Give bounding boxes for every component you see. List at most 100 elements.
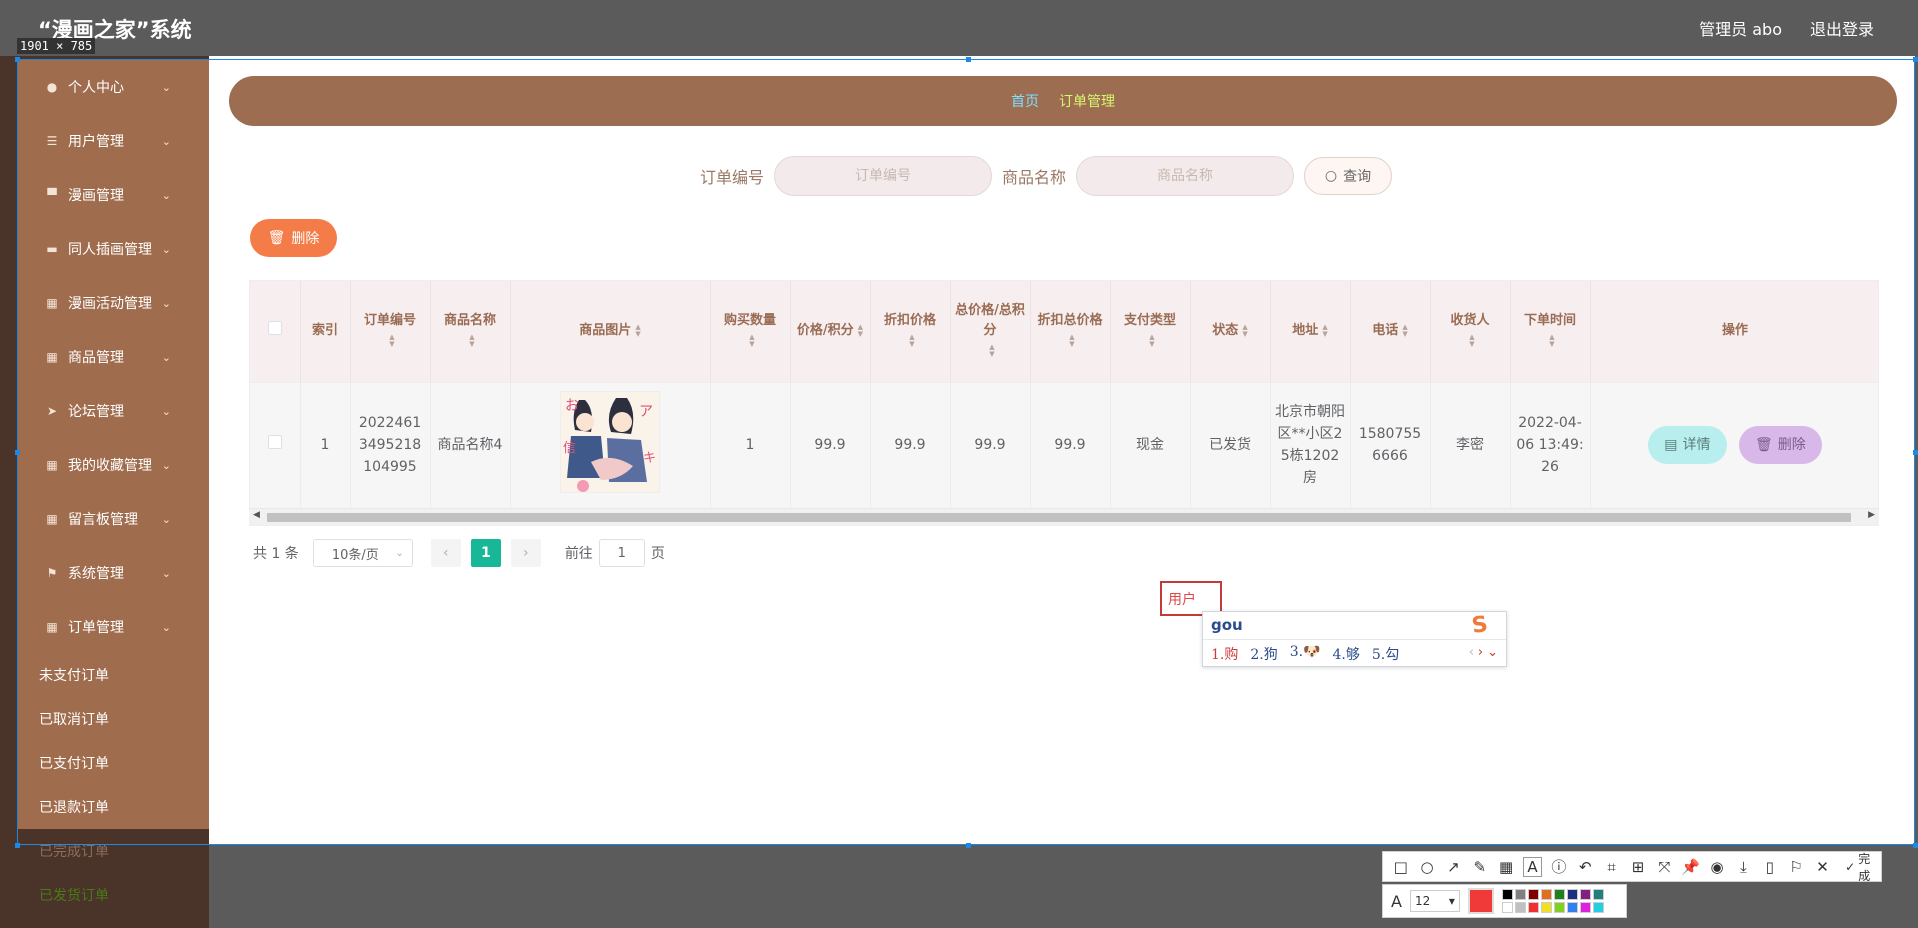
color-swatch[interactable]: [1553, 902, 1565, 913]
column-header[interactable]: 折扣价格 ▲ ▼: [870, 281, 951, 382]
column-header[interactable]: 状态 ▲ ▼: [1190, 281, 1271, 382]
column-header[interactable]: 商品图片 ▲ ▼: [510, 281, 711, 382]
pin-icon[interactable]: 📌: [1681, 857, 1700, 877]
ocr-tool-icon[interactable]: ⌗: [1602, 857, 1621, 877]
sidebar-item-user-management[interactable]: ☰ 用户管理 ⌄: [18, 114, 209, 168]
column-header[interactable]: 总价格/总积分 ▲ ▼: [950, 281, 1031, 382]
scrollbar-thumb[interactable]: [267, 513, 1851, 522]
record-icon[interactable]: ◉: [1707, 857, 1726, 877]
sort-icon[interactable]: ▲ ▼: [909, 333, 914, 348]
sidebar-item-personal-center[interactable]: ● 个人中心 ⌄: [18, 60, 209, 114]
table-horizontal-scrollbar[interactable]: ◀ ▶: [249, 508, 1879, 525]
column-header[interactable]: 索引: [300, 281, 351, 382]
bulk-delete-button[interactable]: 🗑 删除: [250, 219, 337, 257]
font-size-select[interactable]: 12 ▾: [1409, 890, 1460, 912]
column-header[interactable]: 收货人 ▲ ▼: [1430, 281, 1511, 382]
ime-candidate[interactable]: 4.够: [1333, 644, 1360, 664]
color-swatch[interactable]: [1553, 889, 1565, 900]
sidebar-item-order-management[interactable]: ▦ 订单管理 ⌄: [18, 600, 209, 654]
page-size-select[interactable]: 10条/页 ⌄: [312, 539, 413, 567]
scroll-right-arrow-icon[interactable]: ▶: [1868, 510, 1875, 520]
sidebar-subitem-unpaid-orders[interactable]: 未支付订单: [18, 653, 209, 697]
search-button[interactable]: ○ 查询: [1304, 157, 1393, 195]
sort-icon[interactable]: ▲ ▼: [749, 333, 754, 348]
close-icon[interactable]: ✕: [1813, 857, 1832, 877]
ime-candidate[interactable]: 3.🐶: [1290, 644, 1321, 664]
sort-icon[interactable]: ▲ ▼: [1242, 323, 1247, 338]
goto-page-input[interactable]: [598, 539, 645, 567]
column-header[interactable]: 购买数量 ▲ ▼: [710, 281, 791, 382]
scroll-left-arrow-icon[interactable]: ◀: [253, 510, 260, 520]
sidebar-subitem-shipped-orders[interactable]: 已发货订单: [18, 873, 209, 917]
column-header[interactable]: 电话 ▲ ▼: [1350, 281, 1431, 382]
column-header[interactable]: 支付类型 ▲ ▼: [1110, 281, 1191, 382]
color-swatch[interactable]: [1566, 902, 1578, 913]
ime-candidate[interactable]: 1.购: [1211, 644, 1238, 664]
color-swatch[interactable]: [1592, 889, 1604, 900]
sidebar-item-system-management[interactable]: ⚑ 系统管理 ⌄: [18, 546, 209, 600]
resize-handle[interactable]: [15, 450, 20, 455]
color-swatch[interactable]: [1527, 902, 1539, 913]
ime-candidate[interactable]: 2.狗: [1250, 644, 1277, 664]
sort-icon[interactable]: ▲ ▼: [1322, 323, 1327, 338]
mosaic-tool-icon[interactable]: ▦: [1496, 857, 1515, 877]
logout-link[interactable]: 退出登录: [1810, 16, 1874, 40]
color-swatch[interactable]: [1501, 902, 1513, 913]
sort-icon[interactable]: ▲ ▼: [389, 333, 394, 348]
resize-handle[interactable]: [1913, 843, 1918, 848]
ime-expand-icon[interactable]: ⌄: [1487, 645, 1498, 660]
phone-icon[interactable]: ▯: [1760, 857, 1779, 877]
sidebar-subitem-paid-orders[interactable]: 已支付订单: [18, 741, 209, 785]
color-swatch[interactable]: [1592, 902, 1604, 913]
color-swatch[interactable]: [1501, 889, 1513, 900]
color-swatch[interactable]: [1540, 902, 1552, 913]
sidebar-subitem-refunded-orders[interactable]: 已退款订单: [18, 785, 209, 829]
column-header[interactable]: 价格/积分 ▲ ▼: [790, 281, 871, 382]
rectangle-tool-icon[interactable]: □: [1391, 857, 1410, 877]
current-color-swatch[interactable]: [1467, 888, 1494, 914]
column-header[interactable]: 折扣总价格 ▲ ▼: [1030, 281, 1111, 382]
sidebar-item-forum-management[interactable]: ➤ 论坛管理 ⌄: [18, 384, 209, 438]
resize-handle[interactable]: [15, 57, 20, 62]
sidebar-item-fanart-management[interactable]: ▬ 同人插画管理 ⌄: [18, 222, 209, 276]
resize-handle[interactable]: [966, 57, 971, 62]
page-number-button[interactable]: 1: [470, 539, 501, 567]
resize-handle[interactable]: [966, 843, 971, 848]
sort-icon[interactable]: ▲ ▼: [858, 323, 863, 338]
text-tool-icon[interactable]: A: [1522, 856, 1543, 877]
color-swatch[interactable]: [1540, 889, 1552, 900]
breadcrumb-home-link[interactable]: 首页: [1011, 91, 1039, 111]
sort-icon[interactable]: ▲ ▼: [1402, 323, 1407, 338]
sort-icon[interactable]: ▲ ▼: [1469, 333, 1474, 348]
goods-name-input[interactable]: [1076, 156, 1295, 196]
color-swatch[interactable]: [1514, 889, 1526, 900]
color-swatch[interactable]: [1527, 889, 1539, 900]
long-screenshot-icon[interactable]: ⤧: [1655, 857, 1674, 877]
download-icon[interactable]: ⤓: [1734, 857, 1753, 877]
column-header[interactable]: 商品名称 ▲ ▼: [430, 281, 511, 382]
sort-icon[interactable]: ▲ ▼: [469, 333, 474, 348]
order-no-input[interactable]: [774, 156, 993, 196]
admin-user-label[interactable]: 管理员 abo: [1699, 16, 1782, 40]
prev-page-button[interactable]: ‹: [430, 539, 461, 567]
sidebar-subitem-cancelled-orders[interactable]: 已取消订单: [18, 697, 209, 741]
resize-handle[interactable]: [1913, 57, 1918, 62]
row-delete-button[interactable]: 🗑 删除: [1738, 426, 1822, 465]
sidebar-item-comic-event-management[interactable]: ▦ 漫画活动管理 ⌄: [18, 276, 209, 330]
ime-candidate[interactable]: 5.勾: [1372, 644, 1399, 664]
goods-image[interactable]: お ア 信 キ: [560, 390, 660, 493]
column-header[interactable]: 订单编号 ▲ ▼: [350, 281, 431, 382]
sidebar-item-message-board-management[interactable]: ▦ 留言板管理 ⌄: [18, 492, 209, 546]
resize-handle[interactable]: [15, 843, 20, 848]
color-swatch[interactable]: [1566, 889, 1578, 900]
sort-icon[interactable]: ▲ ▼: [1549, 333, 1554, 348]
number-marker-tool-icon[interactable]: ⓘ: [1549, 857, 1568, 877]
detail-button[interactable]: ▤ 详情: [1648, 426, 1727, 465]
sidebar-item-comic-management[interactable]: ▀ 漫画管理 ⌄: [18, 168, 209, 222]
sort-icon[interactable]: ▲ ▼: [635, 323, 640, 338]
column-header[interactable]: 地址 ▲ ▼: [1270, 281, 1351, 382]
translate-tool-icon[interactable]: ⊞: [1628, 857, 1647, 877]
select-all-checkbox[interactable]: [267, 320, 282, 335]
undo-icon[interactable]: ↶: [1576, 857, 1595, 877]
sidebar-item-favorites-management[interactable]: ▦ 我的收藏管理 ⌄: [18, 438, 209, 492]
